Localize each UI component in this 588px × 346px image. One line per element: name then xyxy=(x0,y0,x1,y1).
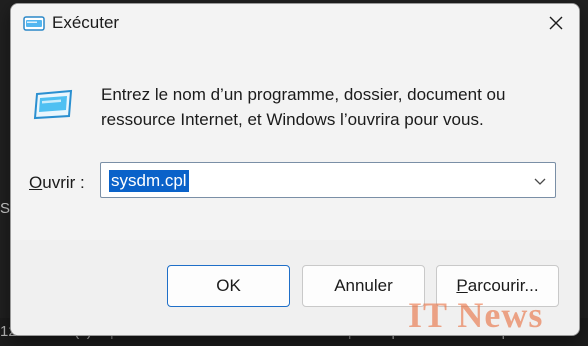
run-icon xyxy=(33,89,73,120)
open-label-text: uvrir : xyxy=(42,173,85,192)
cancel-button[interactable]: Annuler xyxy=(302,265,425,307)
open-input[interactable]: sysdm.cpl xyxy=(109,170,189,192)
close-icon xyxy=(549,16,563,30)
browse-label: arcourir... xyxy=(467,276,539,295)
run-app-icon xyxy=(23,16,45,31)
ok-button[interactable]: OK xyxy=(167,265,290,307)
chevron-down-icon[interactable] xyxy=(531,172,549,190)
background-edge-text: S xyxy=(0,200,11,217)
open-combobox[interactable]: sysdm.cpl xyxy=(100,162,556,198)
instructions-text: Entrez le nom d’un programme, dossier, d… xyxy=(101,85,506,129)
dialog-footer: OK Annuler Parcourir... xyxy=(11,240,579,335)
window-title: Exécuter xyxy=(52,13,120,32)
open-label: Ouvrir : xyxy=(29,173,85,193)
browse-button[interactable]: Parcourir... xyxy=(436,265,559,307)
close-button[interactable] xyxy=(533,4,579,42)
dialog-body: Entrez le nom d’un programme, dossier, d… xyxy=(11,44,579,240)
browse-accelerator: P xyxy=(456,276,468,295)
run-dialog: Exécuter Entrez le nom d’un programme, d… xyxy=(10,3,580,336)
title-bar: Exécuter xyxy=(11,4,579,44)
open-label-accelerator: O xyxy=(29,173,43,192)
